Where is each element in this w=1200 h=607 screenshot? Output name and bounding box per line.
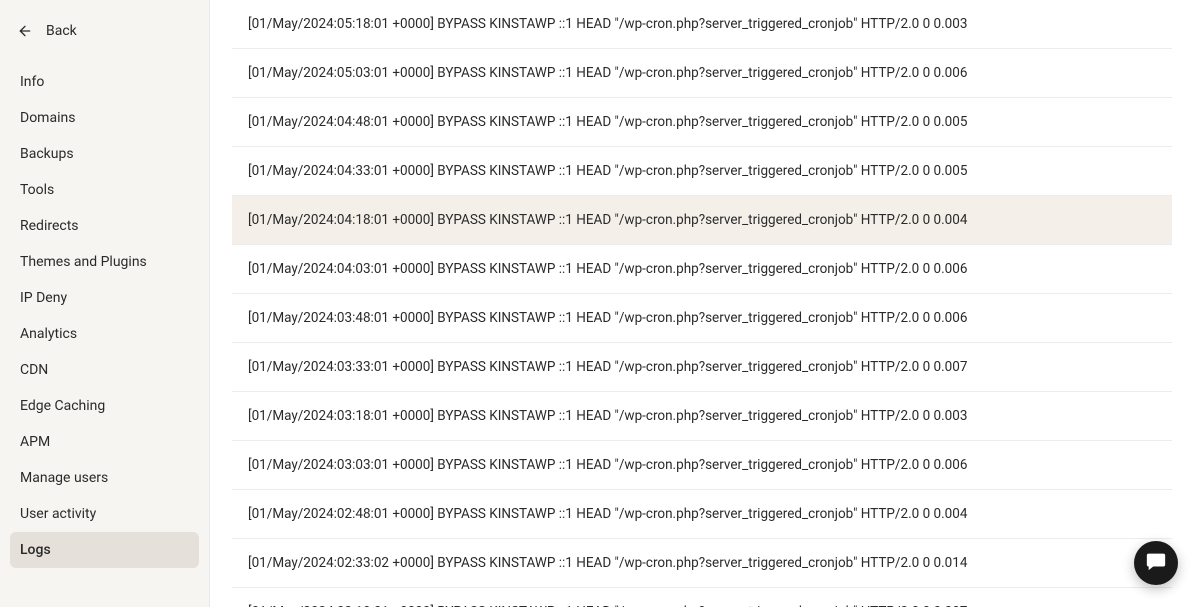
log-row[interactable]: [01/May/2024:04:33:01 +0000] BYPASS KINS… — [232, 147, 1172, 196]
nav-list: InfoDomainsBackupsToolsRedirectsThemes a… — [10, 64, 199, 568]
sidebar-item-tools[interactable]: Tools — [10, 172, 199, 208]
back-label: Back — [46, 23, 77, 39]
sidebar-item-cdn[interactable]: CDN — [10, 352, 199, 388]
log-row[interactable]: [01/May/2024:03:03:01 +0000] BYPASS KINS… — [232, 441, 1172, 490]
log-row[interactable]: [01/May/2024:05:03:01 +0000] BYPASS KINS… — [232, 49, 1172, 98]
sidebar-item-redirects[interactable]: Redirects — [10, 208, 199, 244]
log-row[interactable]: [01/May/2024:03:18:01 +0000] BYPASS KINS… — [232, 392, 1172, 441]
sidebar-item-info[interactable]: Info — [10, 64, 199, 100]
chat-launcher-button[interactable] — [1134, 541, 1178, 585]
log-row[interactable]: [01/May/2024:02:18:01 +0000] BYPASS KINS… — [232, 588, 1172, 607]
sidebar-item-user-activity[interactable]: User activity — [10, 496, 199, 532]
back-button[interactable]: Back — [10, 18, 199, 58]
main-content: [01/May/2024:05:18:01 +0000] BYPASS KINS… — [210, 0, 1200, 607]
sidebar-item-manage-users[interactable]: Manage users — [10, 460, 199, 496]
log-row[interactable]: [01/May/2024:04:18:01 +0000] BYPASS KINS… — [232, 196, 1172, 245]
sidebar-item-backups[interactable]: Backups — [10, 136, 199, 172]
sidebar: Back InfoDomainsBackupsToolsRedirectsThe… — [0, 0, 210, 607]
sidebar-item-edge-caching[interactable]: Edge Caching — [10, 388, 199, 424]
arrow-left-icon — [16, 22, 34, 40]
sidebar-item-ip-deny[interactable]: IP Deny — [10, 280, 199, 316]
log-row[interactable]: [01/May/2024:02:48:01 +0000] BYPASS KINS… — [232, 490, 1172, 539]
log-row[interactable]: [01/May/2024:04:03:01 +0000] BYPASS KINS… — [232, 245, 1172, 294]
chat-icon — [1145, 550, 1167, 576]
sidebar-item-themes-and-plugins[interactable]: Themes and Plugins — [10, 244, 199, 280]
log-row[interactable]: [01/May/2024:03:48:01 +0000] BYPASS KINS… — [232, 294, 1172, 343]
log-row[interactable]: [01/May/2024:05:18:01 +0000] BYPASS KINS… — [232, 0, 1172, 49]
log-list: [01/May/2024:05:18:01 +0000] BYPASS KINS… — [232, 0, 1172, 607]
sidebar-item-apm[interactable]: APM — [10, 424, 199, 460]
log-row[interactable]: [01/May/2024:03:33:01 +0000] BYPASS KINS… — [232, 343, 1172, 392]
sidebar-item-domains[interactable]: Domains — [10, 100, 199, 136]
sidebar-item-logs[interactable]: Logs — [10, 532, 199, 568]
log-row[interactable]: [01/May/2024:04:48:01 +0000] BYPASS KINS… — [232, 98, 1172, 147]
log-row[interactable]: [01/May/2024:02:33:02 +0000] BYPASS KINS… — [232, 539, 1172, 588]
sidebar-item-analytics[interactable]: Analytics — [10, 316, 199, 352]
